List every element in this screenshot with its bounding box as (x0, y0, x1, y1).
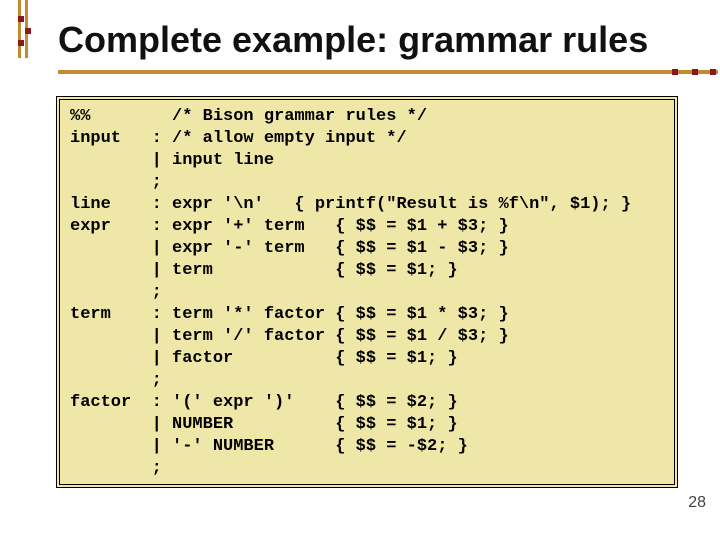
title-underline (58, 70, 718, 74)
slide-title: Complete example: grammar rules (58, 18, 708, 68)
title-accent-left (18, 0, 32, 58)
code-text: %% /* Bison grammar rules */ input : /* … (70, 106, 664, 480)
page-number: 28 (688, 494, 706, 512)
code-block: %% /* Bison grammar rules */ input : /* … (56, 96, 678, 488)
